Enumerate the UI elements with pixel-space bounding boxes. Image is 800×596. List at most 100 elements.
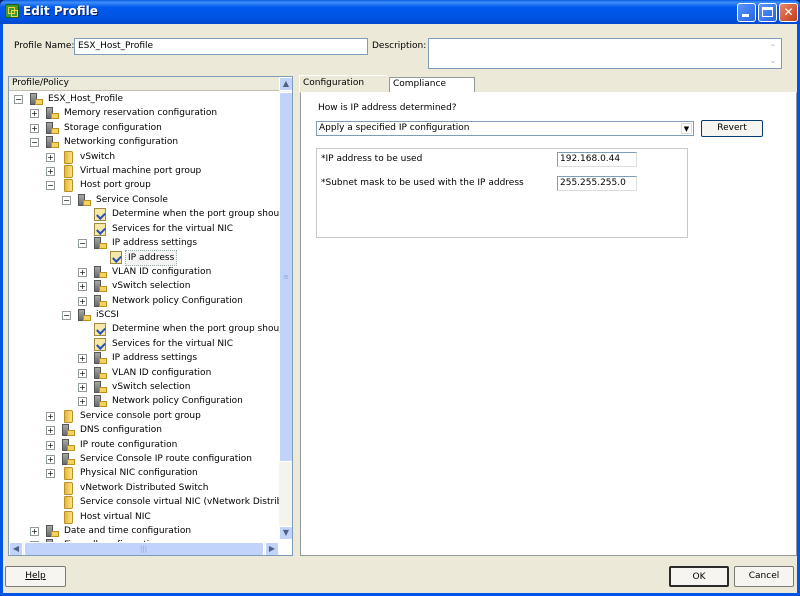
revert-button[interactable]: Revert [701, 120, 763, 137]
tree-item[interactable]: + Service Console IP route configuration [9, 452, 279, 466]
tree-item[interactable]: + Date and time configuration [9, 524, 279, 538]
tree-item[interactable]: + vSwitch [9, 150, 279, 164]
tree-item[interactable]: + Virtual machine port group [9, 164, 279, 178]
ip-configuration-dropdown[interactable]: Apply a specified IP configuration ▼ [316, 121, 694, 136]
configuration-details-panel: How is IP address determined? Apply a sp… [300, 92, 797, 556]
collapse-icon[interactable]: − [46, 181, 55, 191]
expand-icon[interactable]: + [46, 152, 55, 162]
tree-item[interactable]: Determine when the port group should ... [9, 207, 292, 222]
window-title: Edit Profile [23, 4, 98, 18]
description-input[interactable]: ⌃ ⌄ [428, 38, 782, 69]
tree-item-label: Memory reservation configuration [64, 108, 218, 119]
title-bar[interactable]: Edit Profile ✕ [0, 0, 800, 24]
expand-icon[interactable]: + [78, 296, 87, 306]
expand-icon[interactable]: + [46, 426, 55, 436]
ip-address-input[interactable]: 192.168.0.44 [557, 152, 637, 167]
collapse-icon[interactable]: − [62, 311, 71, 320]
ok-button[interactable]: OK [669, 566, 729, 587]
tree-item[interactable]: Host virtual NIC [9, 510, 279, 524]
tree-item[interactable]: Service console virtual NIC (vNetwork Di… [9, 495, 292, 510]
tree-item-label: Networking configuration [64, 137, 179, 148]
tree-item[interactable]: Services for the virtual NIC [9, 222, 279, 236]
help-button[interactable]: Help [5, 566, 66, 587]
tree-item[interactable]: − IP address settings [9, 236, 279, 250]
tree-item[interactable]: − Host port group [9, 178, 279, 193]
close-button[interactable]: ✕ [779, 3, 798, 22]
expand-icon[interactable]: + [46, 167, 55, 176]
profile-name-label: Profile Name: [14, 41, 75, 51]
expand-icon[interactable]: + [46, 411, 55, 421]
profile-icon [45, 525, 59, 538]
tab-compliance-details[interactable]: Compliance Details [389, 77, 475, 102]
expand-icon[interactable]: + [78, 397, 87, 407]
tree-item[interactable]: IP address [9, 250, 279, 267]
vertical-scroll-thumb[interactable]: ≡ [279, 92, 292, 462]
tree-item[interactable]: + Network policy Configuration [9, 394, 279, 408]
expand-icon[interactable]: + [78, 282, 87, 292]
tree-item[interactable]: + VLAN ID configuration [9, 265, 279, 279]
tree-item-label: Host port group [80, 180, 151, 191]
close-icon: ✕ [783, 5, 794, 19]
profile-name-input[interactable]: ESX_Host_Profile [74, 38, 368, 55]
tree-item[interactable]: − iSCSI [9, 308, 279, 322]
tree-item[interactable]: + Memory reservation configuration [9, 106, 279, 120]
scroll-up-button[interactable]: ▲ [279, 77, 292, 91]
maximize-button[interactable] [758, 3, 777, 22]
chevron-down-icon[interactable]: ▼ [681, 123, 692, 134]
tree-item[interactable]: − Service Console [9, 193, 279, 207]
horizontal-scroll-thumb[interactable]: ||| [24, 542, 264, 555]
tree-horizontal-scrollbar[interactable]: ◀ ||| ▶ [9, 542, 279, 555]
expand-icon[interactable]: + [30, 527, 39, 536]
tree-item[interactable]: + IP route configuration [9, 438, 279, 452]
scroll-right-button[interactable]: ▶ [265, 542, 279, 555]
expand-icon[interactable]: + [30, 123, 39, 133]
subnet-mask-input[interactable]: 255.255.255.0 [557, 176, 637, 191]
folder-icon [61, 510, 75, 524]
tree-item[interactable]: + vSwitch selection [9, 380, 279, 394]
profile-icon [61, 453, 75, 466]
profile-icon [61, 438, 75, 452]
tree-item[interactable]: + Storage configuration [9, 121, 279, 135]
collapse-icon[interactable]: − [78, 239, 87, 248]
cancel-button[interactable]: Cancel [734, 566, 794, 587]
tree-item[interactable]: vNetwork Distributed Switch [9, 481, 279, 495]
tree-item[interactable]: Determine when the port group should ... [9, 322, 292, 337]
tree-item[interactable]: − ESX_Host_Profile [9, 92, 279, 106]
tree-item[interactable]: − Networking configuration [9, 135, 279, 149]
policy-icon [109, 251, 123, 265]
expand-icon[interactable]: + [78, 267, 87, 277]
tree-item[interactable]: + Network policy Configuration [9, 294, 279, 308]
tree-column-header[interactable]: Profile/Policy [9, 77, 279, 91]
expand-icon[interactable]: + [46, 469, 55, 479]
expand-icon[interactable]: + [78, 354, 87, 364]
folder-icon [61, 150, 75, 164]
expand-icon[interactable]: + [30, 109, 39, 119]
ip-determination-question: How is IP address determined? [318, 103, 457, 113]
tree-item[interactable]: + vSwitch selection [9, 279, 279, 293]
profile-icon [45, 136, 59, 149]
tree-item-label: Virtual machine port group [80, 166, 202, 176]
scroll-down-button[interactable]: ▼ [279, 526, 292, 540]
ip-settings-fields: *IP address to be used 192.168.0.44 *Sub… [316, 148, 688, 238]
tab-configuration-details[interactable]: Configuration Details [299, 75, 387, 103]
tree-item[interactable]: + Service console port group [9, 409, 279, 423]
grip-icon: ||| [140, 545, 148, 553]
tree-item[interactable]: + VLAN ID configuration [9, 366, 279, 380]
collapse-icon[interactable]: − [62, 195, 71, 205]
scroll-left-button[interactable]: ◀ [9, 542, 23, 555]
expand-icon[interactable]: + [78, 368, 87, 378]
tree-item-label: Physical NIC configuration [80, 468, 198, 479]
tree-item[interactable]: Services for the virtual NIC [9, 337, 279, 351]
tree-item[interactable]: + IP address settings [9, 351, 279, 365]
description-scrollbar[interactable]: ⌃ ⌄ [767, 41, 779, 71]
expand-icon[interactable]: + [46, 455, 55, 464]
tree-item[interactable]: + Physical NIC configuration [9, 466, 279, 481]
minimize-button[interactable] [737, 3, 756, 22]
tree-item[interactable]: + DNS configuration [9, 423, 279, 437]
tree-vertical-scrollbar[interactable]: ▲ ≡ ▼ [279, 77, 292, 540]
collapse-icon[interactable]: − [14, 95, 23, 104]
expand-icon[interactable]: + [78, 383, 87, 392]
folder-icon [61, 179, 75, 193]
collapse-icon[interactable]: − [30, 138, 39, 148]
expand-icon[interactable]: + [46, 440, 55, 450]
